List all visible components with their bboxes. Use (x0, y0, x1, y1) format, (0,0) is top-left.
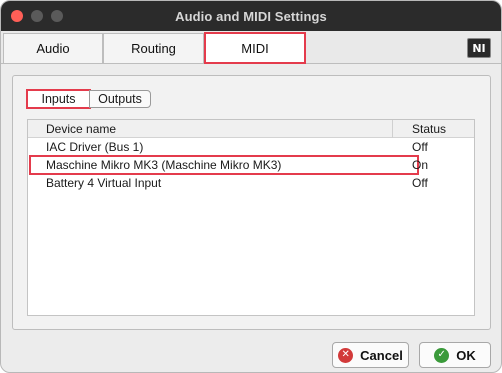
check-circle-icon: ✓ (434, 347, 450, 363)
column-header-status[interactable]: Status (412, 122, 446, 136)
device-name: Maschine Mikro MK3 (Maschine Mikro MK3) (46, 158, 282, 172)
window-controls (11, 10, 63, 22)
ok-button-label: OK (456, 347, 476, 363)
window-title: Audio and MIDI Settings (175, 8, 327, 24)
device-name: Battery 4 Virtual Input (46, 176, 162, 190)
midi-panel: Inputs Outputs Device name Status IAC Dr… (12, 75, 491, 330)
tab-midi[interactable]: MIDI (204, 32, 306, 64)
native-instruments-logo-icon: NI (467, 38, 491, 58)
device-status[interactable]: Off (412, 140, 428, 154)
minimize-window-button[interactable] (31, 10, 43, 22)
cancel-button[interactable]: ✕ Cancel (332, 342, 409, 368)
zoom-window-button[interactable] (51, 10, 63, 22)
tab-audio[interactable]: Audio (3, 33, 103, 63)
tab-bar: Audio Routing MIDI NI (1, 31, 501, 64)
device-name: IAC Driver (Bus 1) (46, 140, 144, 154)
device-row[interactable]: IAC Driver (Bus 1) Off (28, 138, 474, 156)
cancel-button-label: Cancel (360, 347, 403, 363)
ok-button[interactable]: ✓ OK (419, 342, 491, 368)
list-header: Device name Status (28, 120, 474, 138)
io-subtabs: Inputs Outputs (26, 89, 151, 109)
column-divider[interactable] (392, 120, 393, 138)
device-status[interactable]: Off (412, 176, 428, 190)
subtab-inputs[interactable]: Inputs (26, 89, 91, 109)
column-header-device-name[interactable]: Device name (46, 122, 116, 136)
close-window-button[interactable] (11, 10, 23, 22)
tab-routing[interactable]: Routing (103, 33, 204, 63)
device-status[interactable]: On (412, 158, 428, 172)
settings-window: Audio and MIDI Settings Audio Routing MI… (0, 0, 502, 373)
title-bar: Audio and MIDI Settings (1, 1, 501, 31)
device-list: Device name Status IAC Driver (Bus 1) Of… (27, 119, 475, 316)
x-circle-icon: ✕ (338, 347, 354, 363)
device-row[interactable]: Battery 4 Virtual Input Off (28, 174, 474, 192)
device-row-highlighted[interactable]: Maschine Mikro MK3 (Maschine Mikro MK3) … (29, 155, 428, 175)
subtab-outputs[interactable]: Outputs (89, 90, 151, 108)
